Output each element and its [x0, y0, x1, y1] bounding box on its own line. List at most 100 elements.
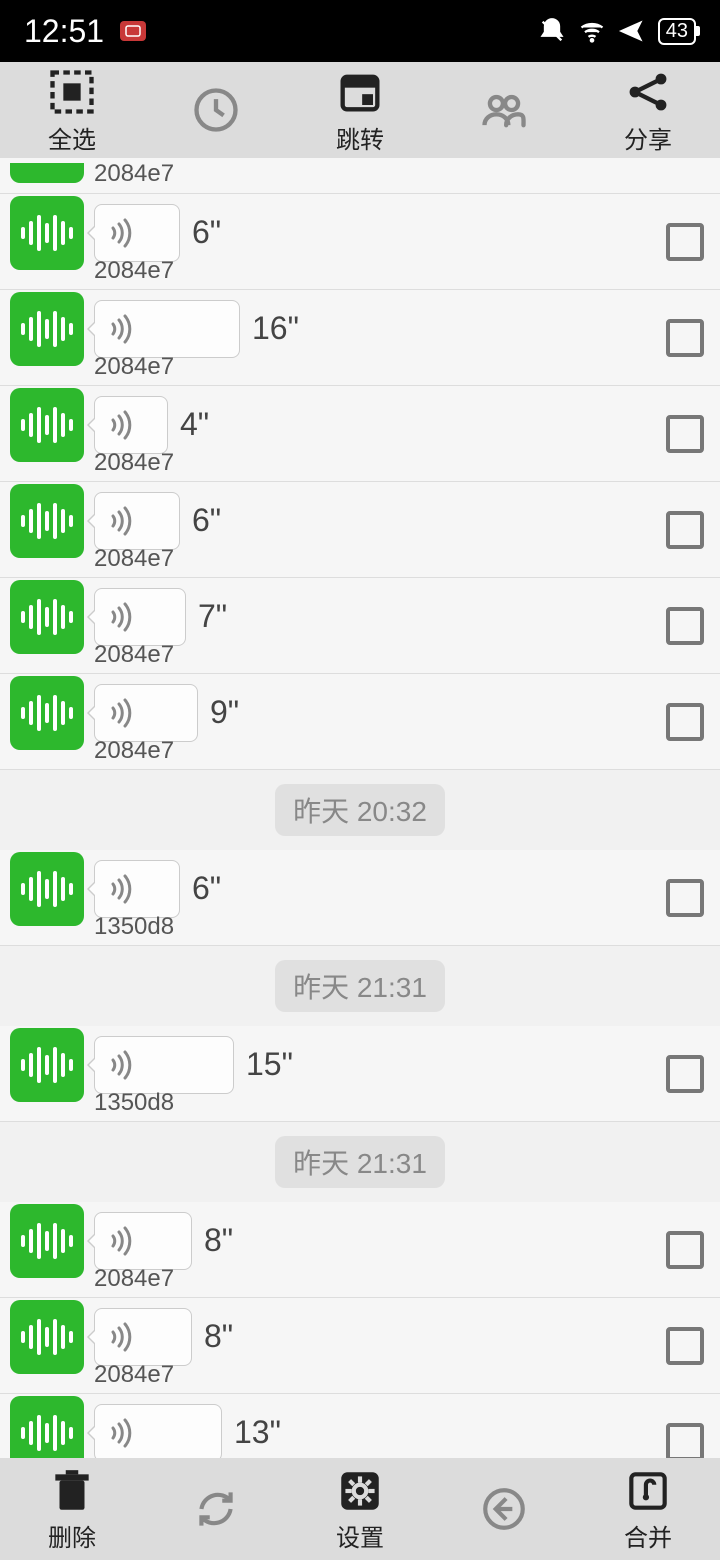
time-label: 昨天 21:31	[275, 960, 445, 1012]
voice-message-row[interactable]: 13" 1350d8	[0, 1394, 720, 1458]
voice-avatar-icon	[10, 1204, 84, 1278]
voice-message-row[interactable]: 4" 2084e7	[0, 386, 720, 482]
status-bar: 12:51 43	[0, 0, 720, 62]
merge-button[interactable]: 合并	[576, 1466, 720, 1553]
bell-off-icon	[538, 17, 566, 45]
people-icon	[478, 84, 530, 136]
voice-duration: 6"	[192, 870, 221, 907]
settings-label: 设置	[336, 1518, 384, 1553]
time-label: 昨天 20:32	[275, 784, 445, 836]
voice-bubble[interactable]	[94, 1404, 222, 1459]
select-all-button[interactable]: 全选	[0, 66, 144, 155]
voice-duration: 8"	[204, 1318, 233, 1355]
voice-duration: 15"	[246, 1046, 293, 1083]
sender-id: 2084e7	[94, 353, 174, 381]
voice-avatar-icon	[10, 1396, 84, 1459]
select-checkbox[interactable]	[666, 1055, 704, 1093]
voice-duration: 13"	[234, 1414, 281, 1451]
voice-message-row[interactable]: 15" 1350d8	[0, 1026, 720, 1122]
voice-bubble[interactable]	[94, 684, 198, 742]
back-button[interactable]	[432, 1484, 576, 1534]
top-toolbar: 全选 跳转 分享	[0, 62, 720, 158]
sender-id: 2084e7	[94, 1265, 174, 1293]
voice-message-row[interactable]: 8" 2084e7	[0, 1202, 720, 1298]
sender-id: 2084e7	[94, 449, 174, 477]
voice-message-row[interactable]: 16" 2084e7	[0, 290, 720, 386]
record-indicator-icon	[120, 21, 146, 41]
share-icon	[622, 66, 674, 118]
time-divider: 昨天 21:31	[0, 946, 720, 1026]
delete-button[interactable]: 删除	[0, 1466, 144, 1553]
voice-bubble[interactable]	[94, 1212, 192, 1270]
voice-message-row[interactable]: 7" 2084e7	[0, 578, 720, 674]
status-left: 12:51	[24, 13, 146, 50]
voice-avatar-icon	[10, 676, 84, 750]
voice-duration: 4"	[180, 406, 209, 443]
jump-label: 跳转	[336, 120, 384, 155]
share-button[interactable]: 分享	[576, 66, 720, 155]
wifi-icon	[578, 17, 606, 45]
sender-id: 1350d8	[94, 913, 174, 941]
voice-avatar-icon	[10, 1028, 84, 1102]
list-item-partial: 2084e7	[0, 158, 720, 194]
select-checkbox[interactable]	[666, 703, 704, 741]
sender-id: 2084e7	[94, 737, 174, 765]
sender-id: 2084e7	[94, 641, 174, 669]
select-all-label: 全选	[48, 120, 96, 155]
voice-avatar-icon	[10, 1300, 84, 1374]
select-checkbox[interactable]	[666, 607, 704, 645]
gear-icon	[335, 1466, 385, 1516]
select-checkbox[interactable]	[666, 1231, 704, 1269]
select-checkbox[interactable]	[666, 319, 704, 357]
voice-avatar-icon	[10, 484, 84, 558]
select-checkbox[interactable]	[666, 879, 704, 917]
voice-duration: 6"	[192, 502, 221, 539]
voice-duration: 9"	[210, 694, 239, 731]
voice-avatar-icon	[10, 852, 84, 926]
battery-icon: 43	[658, 18, 696, 45]
voice-bubble[interactable]	[94, 1308, 192, 1366]
sender-id: 2084e7	[94, 160, 174, 188]
select-all-icon	[46, 66, 98, 118]
voice-bubble[interactable]	[94, 588, 186, 646]
share-label: 分享	[624, 120, 672, 155]
voice-bubble[interactable]	[94, 300, 240, 358]
sender-id: 2084e7	[94, 545, 174, 573]
voice-bubble[interactable]	[94, 396, 168, 454]
voice-bubble[interactable]	[94, 492, 180, 550]
select-checkbox[interactable]	[666, 415, 704, 453]
jump-button[interactable]: 跳转	[288, 66, 432, 155]
calendar-icon	[334, 66, 386, 118]
refresh-button[interactable]	[144, 1484, 288, 1534]
time-label: 昨天 21:31	[275, 1136, 445, 1188]
settings-button[interactable]: 设置	[288, 1466, 432, 1553]
voice-avatar-icon	[10, 388, 84, 462]
voice-duration: 8"	[204, 1222, 233, 1259]
voice-message-row[interactable]: 6" 1350d8	[0, 850, 720, 946]
voice-avatar-icon	[10, 196, 84, 270]
voice-bubble[interactable]	[94, 204, 180, 262]
clock-icon	[190, 84, 242, 136]
sender-id: 2084e7	[94, 1361, 174, 1389]
clock-button[interactable]	[144, 84, 288, 136]
select-checkbox[interactable]	[666, 1327, 704, 1365]
merge-icon	[623, 1466, 673, 1516]
sender-id: 2084e7	[94, 257, 174, 285]
select-checkbox[interactable]	[666, 511, 704, 549]
back-arrow-icon	[479, 1484, 529, 1534]
voice-message-row[interactable]: 9" 2084e7	[0, 674, 720, 770]
voice-message-row[interactable]: 6" 2084e7	[0, 482, 720, 578]
bottom-toolbar: 删除 设置 合并	[0, 1458, 720, 1560]
voice-message-list[interactable]: 2084e7 6" 2084e7 16" 2084e7 4" 2084e7	[0, 158, 720, 1458]
select-checkbox[interactable]	[666, 223, 704, 261]
sync-icon	[191, 1484, 241, 1534]
voice-duration: 16"	[252, 310, 299, 347]
voice-message-row[interactable]: 6" 2084e7	[0, 194, 720, 290]
voice-message-row[interactable]: 8" 2084e7	[0, 1298, 720, 1394]
voice-avatar-icon	[10, 580, 84, 654]
select-checkbox[interactable]	[666, 1423, 704, 1459]
voice-bubble[interactable]	[94, 860, 180, 918]
contacts-button[interactable]	[432, 84, 576, 136]
voice-bubble[interactable]	[94, 1036, 234, 1094]
voice-avatar-icon	[10, 292, 84, 366]
